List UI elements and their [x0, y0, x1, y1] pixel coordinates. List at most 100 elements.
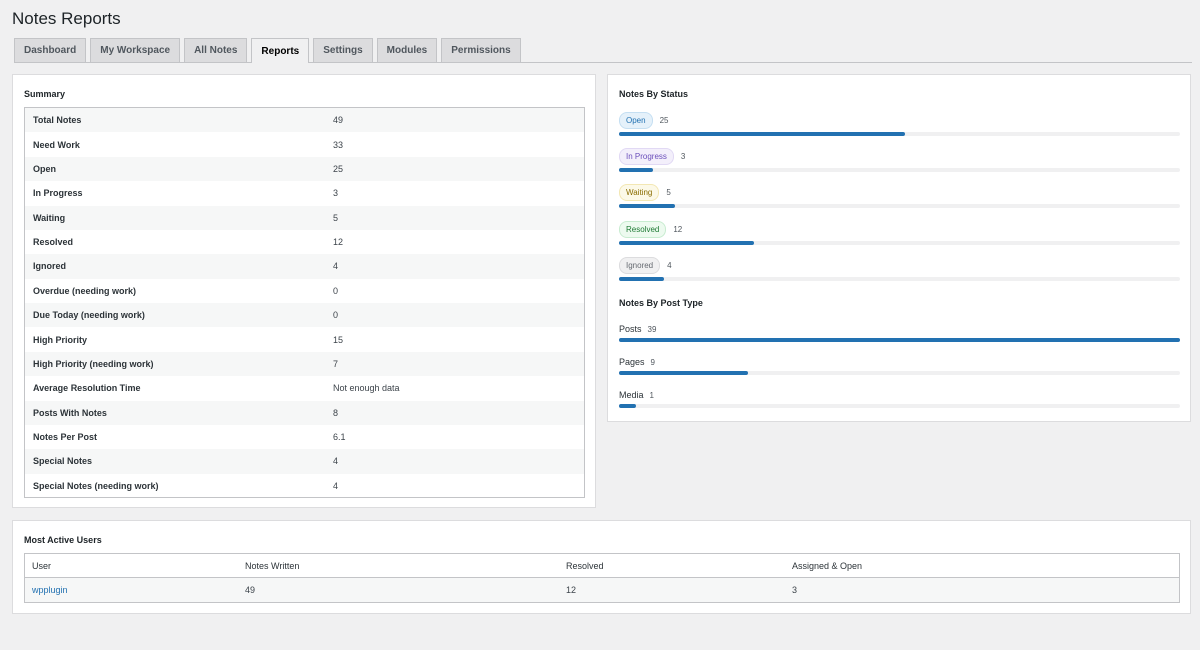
- summary-value: 0: [333, 285, 339, 296]
- summary-label: Special Notes: [33, 456, 93, 467]
- summary-row-ignored: Ignored 4: [25, 254, 584, 279]
- tab-reports[interactable]: Reports: [251, 38, 310, 63]
- tab-settings[interactable]: Settings: [313, 38, 373, 62]
- status-count: 5: [666, 187, 671, 197]
- most-active-users-title: Most Active Users: [24, 535, 102, 545]
- progress-bar-fill: [619, 338, 1180, 342]
- summary-label: Resolved: [33, 237, 74, 248]
- column-header-assigned-open: Assigned & Open: [792, 560, 863, 571]
- notes-by-post-type-title: Notes By Post Type: [619, 298, 703, 308]
- summary-card: Summary Total Notes 49 Need Work 33 Open 25…: [12, 74, 596, 508]
- status-badge[interactable]: Ignored: [619, 256, 661, 274]
- status-count: 3: [680, 151, 686, 161]
- notes-written-cell: 49: [245, 585, 256, 595]
- column-header-resolved: Resolved: [566, 560, 604, 571]
- users-table: User Notes Written Resolved Assigned & O…: [24, 553, 1180, 603]
- status-badge[interactable]: Open: [619, 111, 653, 129]
- summary-value: 33: [333, 139, 344, 150]
- tab-permissions[interactable]: Permissions: [441, 38, 521, 62]
- summary-value: 12: [333, 237, 344, 248]
- progress-bar-fill: [619, 371, 749, 375]
- status-badge[interactable]: Waiting: [619, 183, 660, 201]
- summary-title: Summary: [24, 89, 66, 99]
- summary-row-posts-with-notes: Posts With Notes 8: [25, 400, 584, 425]
- tab-modules[interactable]: Modules: [376, 38, 438, 62]
- progress-bar-fill: [619, 132, 906, 136]
- status-badge[interactable]: In Progress: [619, 147, 674, 165]
- progress-bar: [619, 338, 1180, 342]
- summary-value: 25: [333, 163, 344, 174]
- progress-bar: [619, 241, 1180, 245]
- status-item-resolved: Resolved 12: [619, 220, 1180, 245]
- summary-value: 6.1: [333, 432, 346, 443]
- post-type-label: Media: [619, 390, 644, 400]
- summary-label: Ignored: [33, 261, 66, 272]
- summary-table: Total Notes 49 Need Work 33 Open 25 In Prog…: [24, 107, 585, 498]
- progress-bar: [619, 371, 1180, 375]
- summary-row-due-today: Due Today (needing work) 0: [25, 303, 584, 328]
- page-title: Notes Reports: [12, 9, 121, 28]
- tab-dashboard[interactable]: Dashboard: [14, 38, 87, 62]
- summary-label: Open: [33, 163, 57, 174]
- progress-bar-fill: [619, 168, 653, 172]
- progress-bar: [619, 404, 1180, 408]
- status-count: 12: [673, 224, 683, 234]
- summary-row-total-notes: Total Notes 49: [25, 108, 584, 133]
- summary-row-notes-per-post: Notes Per Post 6.1: [25, 425, 584, 449]
- post-type-count: 1: [649, 390, 654, 400]
- table-header-row: User Notes Written Resolved Assigned & O…: [25, 554, 1179, 578]
- status-item-in-progress: In Progress 3: [619, 147, 1180, 172]
- summary-label: Notes Per Post: [33, 432, 98, 443]
- summary-row-in-progress: In Progress 3: [25, 181, 584, 205]
- most-active-users-card: Most Active Users User Notes Written Res…: [12, 520, 1191, 614]
- summary-row-avg-resolution: Average Resolution Time Not enough data: [25, 376, 584, 400]
- summary-value: 8: [333, 407, 339, 418]
- summary-value: 0: [333, 310, 339, 321]
- status-badge[interactable]: Resolved: [619, 220, 667, 238]
- summary-label: Total Notes: [33, 115, 82, 126]
- user-link[interactable]: wpplugin: [32, 585, 68, 595]
- resolved-cell: 12: [566, 585, 577, 595]
- tab-all-notes[interactable]: All Notes: [184, 38, 248, 62]
- summary-value: 3: [333, 188, 339, 199]
- status-count: 25: [659, 115, 669, 125]
- progress-bar: [619, 204, 1180, 208]
- progress-bar-fill: [619, 404, 636, 408]
- summary-label: High Priority (needing work): [33, 358, 154, 369]
- notes-by-status-title: Notes By Status: [619, 89, 689, 99]
- status-card: Notes By Status Open 25 In Progress 3 Wa…: [607, 74, 1191, 422]
- summary-label: Need Work: [33, 139, 80, 150]
- progress-bar-fill: [619, 241, 754, 245]
- summary-row-special-notes: Special Notes 4: [25, 449, 584, 474]
- summary-label: Waiting: [33, 212, 66, 223]
- post-type-label: Posts: [619, 324, 642, 334]
- status-count: 4: [667, 260, 672, 270]
- summary-row-need-work: Need Work 33: [25, 132, 584, 156]
- summary-label: Overdue (needing work): [33, 285, 137, 296]
- summary-value: 5: [333, 212, 339, 223]
- status-item-waiting: Waiting 5: [619, 183, 1180, 208]
- summary-label: Due Today (needing work): [33, 310, 145, 321]
- status-item-open: Open 25: [619, 111, 1180, 136]
- tab-my-workspace[interactable]: My Workspace: [90, 38, 181, 62]
- summary-value: 15: [333, 334, 344, 345]
- post-type-count: 39: [647, 324, 657, 334]
- summary-row-waiting: Waiting 5: [25, 205, 584, 230]
- summary-row-high-priority: High Priority 15: [25, 327, 584, 351]
- progress-bar-fill: [619, 204, 676, 208]
- summary-label: Special Notes (needing work): [33, 480, 159, 491]
- progress-bar: [619, 132, 1180, 136]
- summary-label: In Progress: [33, 188, 83, 199]
- progress-bar: [619, 277, 1180, 281]
- post-type-item-posts: Posts 39: [619, 321, 1180, 342]
- post-type-label: Pages: [619, 357, 645, 367]
- summary-label: Posts With Notes: [33, 407, 107, 418]
- summary-row-overdue: Overdue (needing work) 0: [25, 279, 584, 303]
- tab-bar: Dashboard My Workspace All Notes Reports…: [14, 38, 1192, 63]
- table-row: wpplugin 49 12 3: [25, 578, 1179, 602]
- summary-value: Not enough data: [333, 383, 400, 394]
- summary-row-special-needing-work: Special Notes (needing work) 4: [25, 474, 584, 498]
- summary-label: High Priority: [33, 334, 88, 345]
- column-header-user: User: [32, 560, 52, 571]
- post-type-item-pages: Pages 9: [619, 354, 1180, 375]
